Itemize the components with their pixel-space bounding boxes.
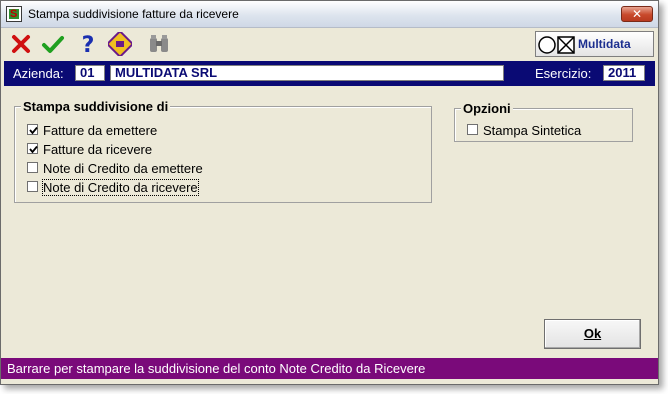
- checkbox-label: Note di Credito da emettere: [43, 161, 203, 176]
- close-button[interactable]: ✕: [621, 6, 653, 22]
- svg-text:?: ?: [82, 33, 95, 56]
- toolbar: ? Multidata: [1, 28, 658, 60]
- help-icon[interactable]: ?: [76, 32, 100, 56]
- checkbox-box[interactable]: [467, 124, 478, 135]
- opzioni-group: Opzioni Stampa Sintetica: [454, 101, 633, 142]
- checkbox-box[interactable]: [27, 124, 38, 135]
- app-icon: S: [6, 6, 22, 22]
- print-icon[interactable]: [108, 32, 132, 56]
- ok-button[interactable]: Ok: [544, 319, 641, 349]
- window-title: Stampa suddivisione fatture da ricevere: [28, 7, 239, 21]
- stampa-suddivisione-title: Stampa suddivisione di: [21, 99, 171, 114]
- title-bar[interactable]: S Stampa suddivisione fatture da ricever…: [1, 1, 658, 28]
- esercizio-field[interactable]: 2011: [603, 65, 645, 81]
- azienda-code-field[interactable]: 01: [75, 65, 105, 81]
- stampa-suddivisione-group: Stampa suddivisione di Fatture da emette…: [14, 99, 432, 203]
- dialog-window: S Stampa suddivisione fatture da ricever…: [0, 0, 659, 385]
- ok-button-label: Ok: [583, 326, 602, 341]
- checkbox-label: Fatture da emettere: [43, 123, 158, 138]
- checkbox-box[interactable]: [27, 162, 38, 173]
- search-binoculars-icon[interactable]: [147, 32, 171, 56]
- cancel-icon[interactable]: [9, 32, 33, 56]
- status-bar: Barrare per stampare la suddivisione del…: [1, 358, 658, 379]
- checkbox-box[interactable]: [27, 181, 38, 192]
- azienda-label: Azienda:: [13, 66, 64, 81]
- checkbox-label: Stampa Sintetica: [483, 123, 582, 138]
- brand-name: Multidata: [578, 37, 631, 51]
- checkbox-label: Fatture da ricevere: [43, 142, 153, 157]
- checkbox-box[interactable]: [27, 143, 38, 154]
- opzioni-title: Opzioni: [461, 101, 513, 116]
- company-bar: Azienda: 01 MULTIDATA SRL Esercizio: 201…: [4, 61, 655, 86]
- checkbox-label: Note di Credito da ricevere: [42, 179, 199, 196]
- esercizio-label: Esercizio:: [535, 66, 592, 81]
- confirm-icon[interactable]: [41, 32, 65, 56]
- multidata-logo: Multidata: [535, 31, 654, 57]
- azienda-name-field: MULTIDATA SRL: [110, 65, 504, 81]
